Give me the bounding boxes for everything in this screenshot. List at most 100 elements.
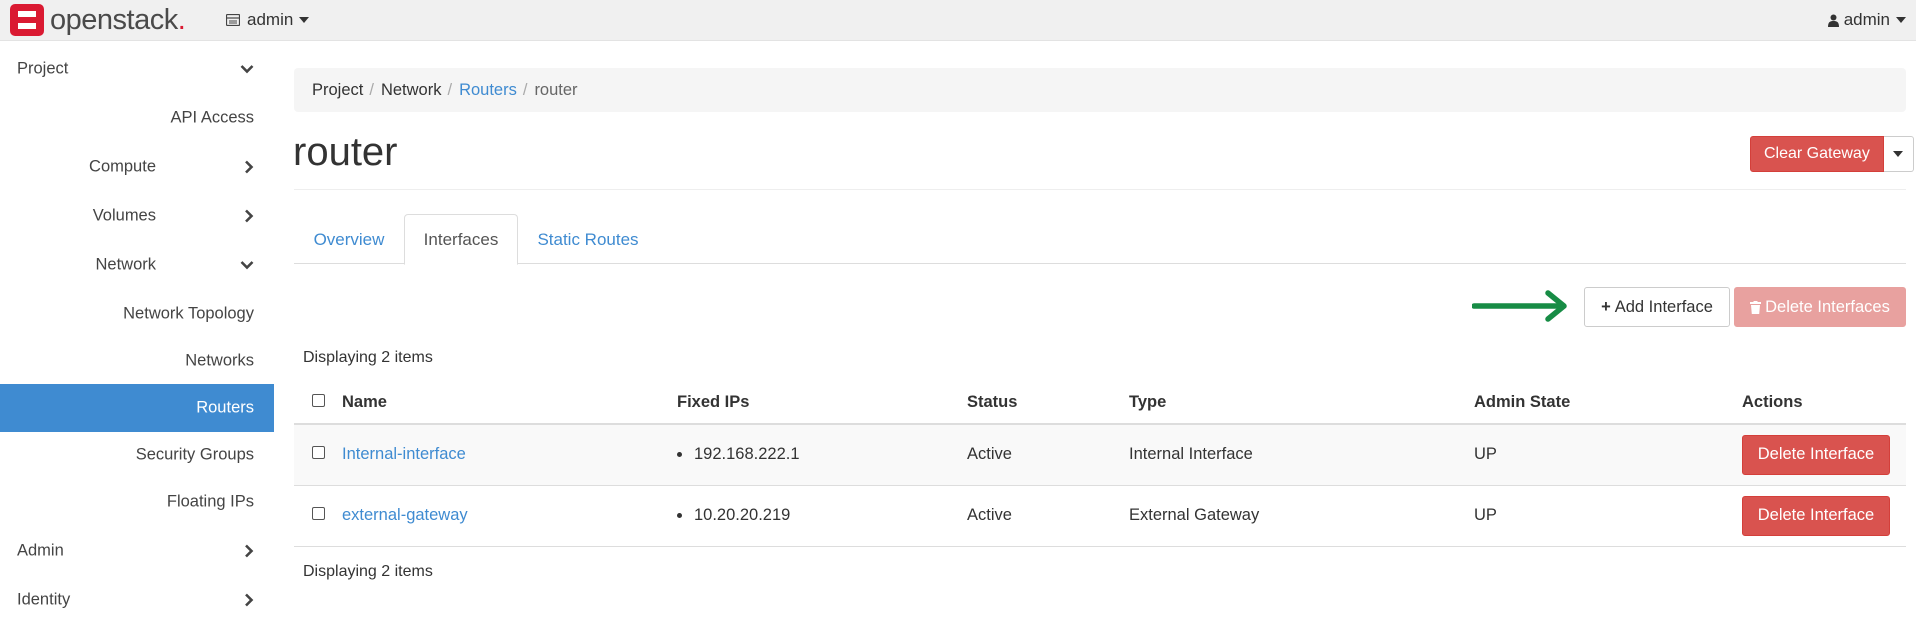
breadcrumb-routers-link[interactable]: Routers — [459, 81, 517, 100]
breadcrumb-project: Project — [312, 80, 364, 99]
chevron-right-icon — [245, 544, 254, 558]
column-header-name[interactable]: Name — [342, 382, 677, 425]
sidebar-item-network[interactable]: Network — [0, 241, 274, 289]
sidebar-item-volumes[interactable]: Volumes — [0, 192, 274, 240]
annotation-arrow-icon — [1472, 290, 1567, 322]
breadcrumb: Project / Network / Routers / router — [294, 68, 1906, 112]
sidebar-item-label: Compute — [89, 157, 156, 176]
type-cell: External Gateway — [1129, 485, 1474, 547]
clear-gateway-dropdown-toggle[interactable] — [1883, 136, 1914, 172]
column-header-status[interactable]: Status — [967, 382, 1129, 425]
column-header-actions: Actions — [1742, 382, 1906, 425]
user-menu[interactable]: admin — [1827, 10, 1906, 30]
sidebar-item-label: Admin — [17, 541, 64, 560]
openstack-logo-icon — [10, 3, 44, 36]
interface-name-link[interactable]: Internal-interface — [342, 445, 466, 463]
interface-name-link[interactable]: external-gateway — [342, 506, 468, 524]
breadcrumb-separator: / — [447, 80, 453, 99]
sidebar-item-label: Security Groups — [135, 445, 254, 464]
sidebar-item-api-access[interactable]: API Access — [0, 94, 274, 142]
sidebar-item-label: Identity — [17, 590, 71, 609]
admin-state-cell: UP — [1474, 424, 1742, 486]
row-checkbox[interactable] — [312, 446, 325, 460]
chevron-down-icon — [240, 261, 254, 270]
sidebar-item-floating-ips[interactable]: Floating IPs — [0, 478, 274, 526]
sidebar-item-label: Network Topology — [123, 304, 254, 323]
caret-down-icon — [1896, 17, 1906, 23]
list-bullet — [677, 513, 682, 519]
delete-interface-button[interactable]: Delete Interface — [1742, 434, 1890, 475]
select-all-checkbox[interactable] — [312, 394, 325, 407]
sidebar-item-label: API Access — [170, 108, 254, 127]
chevron-right-icon — [245, 160, 254, 174]
sidebar-item-label: Network — [95, 255, 156, 274]
breadcrumb-separator: / — [522, 80, 528, 99]
add-interface-button[interactable]: + Add Interface — [1584, 287, 1730, 327]
type-cell: Internal Interface — [1129, 424, 1474, 486]
admin-state-cell: UP — [1474, 485, 1742, 547]
fixed-ip: 10.20.20.219 — [694, 506, 791, 524]
trash-icon — [1750, 300, 1762, 314]
breadcrumb-network: Network — [380, 80, 442, 99]
add-interface-label: Add Interface — [1614, 297, 1713, 316]
clear-gateway-group: Clear Gateway — [1750, 136, 1914, 172]
interfaces-table: Name Fixed IPs Status Type Admin State A… — [294, 382, 1906, 547]
logo-dot: . — [177, 3, 186, 36]
sidebar-item-label: Floating IPs — [166, 492, 254, 511]
sidebar-item-project[interactable]: Project — [0, 45, 274, 93]
user-icon — [1827, 14, 1839, 27]
chevron-right-icon — [245, 593, 254, 607]
breadcrumb-separator: / — [369, 80, 374, 99]
clear-gateway-button[interactable]: Clear Gateway — [1750, 136, 1884, 172]
column-header-admin-state[interactable]: Admin State — [1474, 382, 1742, 425]
table-header-row: Name Fixed IPs Status Type Admin State A… — [294, 382, 1906, 425]
sidebar-item-identity[interactable]: Identity — [0, 576, 274, 624]
sidebar-item-label: Routers — [196, 398, 254, 417]
column-header-type[interactable]: Type — [1129, 382, 1474, 425]
title-divider — [294, 189, 1906, 190]
delete-interfaces-button[interactable]: Delete Interfaces — [1734, 287, 1906, 327]
sidebar-item-networks[interactable]: Networks — [0, 337, 274, 385]
page-title: router — [293, 130, 398, 174]
sidebar-item-security-groups[interactable]: Security Groups — [0, 431, 274, 479]
project-switcher[interactable]: admin — [226, 10, 310, 30]
row-select-cell — [294, 424, 342, 486]
sidebar-item-compute[interactable]: Compute — [0, 143, 274, 191]
fixed-ip: 192.168.222.1 — [694, 445, 800, 464]
table-row: external-gateway 10.20.20.219 Active Ext… — [294, 485, 1906, 547]
sidebar-item-label: Project — [17, 59, 69, 78]
list-bullet — [677, 452, 682, 458]
chevron-right-icon — [245, 209, 254, 223]
tab-overview[interactable]: Overview — [294, 214, 404, 265]
select-all-cell — [294, 382, 342, 425]
status-cell: Active — [967, 485, 1129, 547]
row-select-cell — [294, 485, 342, 547]
status-cell: Active — [967, 424, 1129, 486]
sidebar-item-routers[interactable]: Routers — [0, 384, 274, 432]
column-header-fixed-ips: Fixed IPs — [677, 382, 967, 425]
delete-interface-button[interactable]: Delete Interface — [1742, 495, 1890, 536]
tab-bar: Overview Interfaces Static Routes — [294, 214, 1906, 265]
project-switcher-label: admin — [247, 10, 294, 29]
top-navbar: openstack. admin admin — [0, 0, 1916, 41]
chevron-down-icon — [240, 65, 254, 74]
sidebar-item-label: Networks — [185, 351, 254, 370]
row-checkbox[interactable] — [312, 507, 325, 520]
item-count-top: Displaying 2 items — [303, 349, 433, 366]
tab-static-routes[interactable]: Static Routes — [518, 214, 658, 265]
breadcrumb-current: router — [534, 80, 578, 99]
sidebar-item-network-topology[interactable]: Network Topology — [0, 290, 274, 338]
delete-interfaces-label: Delete Interfaces — [1765, 297, 1890, 316]
server-icon — [226, 14, 240, 26]
sidebar-item-label: Volumes — [92, 206, 156, 225]
caret-down-icon — [1893, 151, 1904, 157]
table-row: Internal-interface 192.168.222.1 Active … — [294, 424, 1906, 486]
sidebar: Project API Access Compute Volumes Netwo… — [0, 41, 274, 609]
logo-text: openstack — [50, 3, 178, 36]
caret-down-icon — [299, 17, 310, 23]
plus-icon: + — [1601, 297, 1611, 316]
tab-interfaces[interactable]: Interfaces — [404, 214, 518, 265]
item-count-bottom: Displaying 2 items — [303, 563, 433, 580]
openstack-logo[interactable]: openstack. — [10, 3, 186, 36]
sidebar-item-admin[interactable]: Admin — [0, 527, 274, 575]
